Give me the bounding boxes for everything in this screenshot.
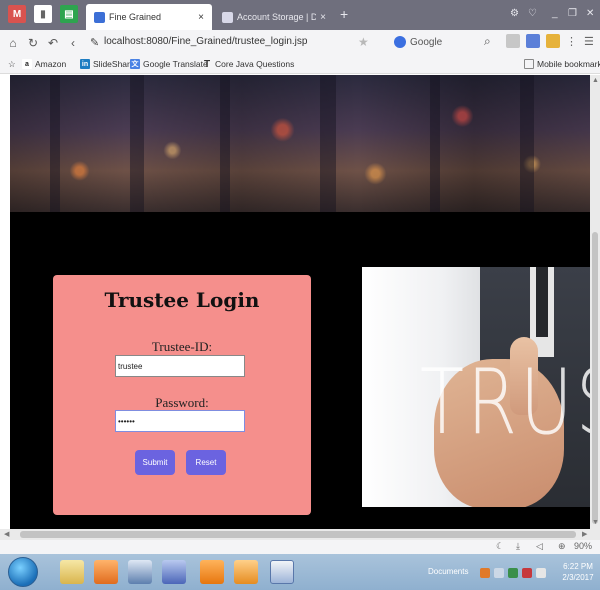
trust-handshake-image: TRUS [362, 267, 590, 507]
app-g-icon[interactable] [200, 560, 224, 584]
tab-title: Fine Grained [109, 12, 162, 22]
app-media-icon[interactable] [234, 560, 258, 584]
pinned-tab-doc[interactable]: ▮ [34, 5, 52, 23]
app-orange-icon[interactable] [94, 560, 118, 584]
clock-time: 6:22 PM [563, 562, 593, 571]
gmail-pinned-tab[interactable]: M [8, 5, 26, 23]
scroll-left-arrow-icon[interactable]: ◀ [4, 530, 9, 538]
file-explorer-icon[interactable] [60, 560, 84, 584]
sheets-pinned-tab[interactable]: ▤ [60, 5, 78, 23]
reload-icon[interactable]: ↻ [26, 36, 40, 50]
tray-volume-icon[interactable] [522, 568, 532, 578]
bookmarks-star-icon[interactable]: ☆ [8, 59, 16, 70]
extension-color-icon[interactable] [526, 34, 540, 48]
bookmark-core-java[interactable]: T Core Java Questions [202, 58, 294, 70]
tab-drivehq[interactable]: Account Storage | DriveHQ × [214, 4, 334, 30]
mobile-bookmarks[interactable]: Mobile bookmarks [524, 59, 600, 69]
drivehq-favicon-icon [222, 11, 233, 23]
password-label: Password: [155, 395, 209, 410]
minimize-icon[interactable]: _ [552, 8, 558, 19]
search-engine-name: Google [410, 36, 443, 48]
bookmark-google-translate[interactable]: 文 Google Translate [130, 59, 208, 69]
url-input[interactable]: localhost:8080/Fine_Grained/trustee_logi… [104, 36, 307, 47]
trust-overlay-text: TRUS [420, 349, 590, 454]
search-engine-icon [394, 36, 406, 48]
shield-icon[interactable]: ♡ [528, 8, 537, 19]
page-security-icon: ✎ [90, 37, 100, 49]
submit-button[interactable]: Submit [135, 450, 175, 475]
tray-flag-icon[interactable] [536, 568, 546, 578]
scroll-down-arrow-icon[interactable]: ▼ [592, 519, 599, 526]
taskbar-clock[interactable]: 6:22 PM 2/3/2017 [558, 561, 598, 583]
scroll-up-arrow-icon[interactable]: ▲ [592, 77, 599, 84]
login-title: Trustee Login [104, 288, 260, 312]
site-favicon-icon [94, 11, 105, 23]
trustee-id-input[interactable] [115, 355, 245, 377]
home-icon[interactable]: ⌂ [6, 36, 20, 50]
browser-status-bar [0, 540, 600, 554]
extension-yellow-icon[interactable] [546, 34, 560, 48]
word-icon[interactable] [270, 560, 294, 584]
search-engine-selector[interactable]: Google [394, 36, 442, 48]
tray-app-icon[interactable] [480, 568, 490, 578]
volume-icon[interactable]: ◁ [536, 541, 543, 552]
tray-network-icon[interactable] [494, 568, 504, 578]
bookmark-star-icon[interactable]: ★ [358, 35, 369, 49]
tab-fine-grained[interactable]: Fine Grained × [86, 4, 212, 30]
trustee-id-label: Trustee-ID: [151, 339, 213, 354]
text-t-icon: T [203, 58, 211, 70]
app-shield-icon[interactable] [128, 560, 152, 584]
password-input[interactable] [115, 410, 245, 432]
download-icon[interactable]: ⤓ [516, 541, 520, 552]
more-icon[interactable]: ⋮ [566, 35, 577, 48]
zoom-level[interactable]: 90% [574, 541, 592, 551]
folder-icon [524, 59, 534, 69]
menu-icon[interactable]: ☰ [584, 35, 594, 48]
back-arrow-icon[interactable]: ‹ [66, 36, 80, 50]
tray-shield-icon[interactable] [508, 568, 518, 578]
bookmark-slideshare[interactable]: in SlideShare [80, 59, 135, 69]
page-viewport: Trustee Login Trustee-ID: Password: Subm… [10, 75, 590, 529]
settings-icon[interactable]: ⚙ [510, 8, 519, 19]
zoom-icon[interactable]: ⊕ [558, 541, 566, 552]
slideshare-icon: in [80, 59, 90, 69]
new-tab-icon[interactable]: + [340, 6, 348, 22]
horizontal-scroll-thumb[interactable] [20, 531, 576, 538]
close-window-icon[interactable]: ✕ [586, 8, 594, 19]
vertical-scroll-thumb[interactable] [592, 232, 598, 524]
close-tab-icon[interactable]: × [320, 12, 326, 23]
app-tools-icon[interactable] [162, 560, 186, 584]
night-mode-icon[interactable]: ☾ [496, 541, 504, 552]
tab-title: Account Storage | DriveHQ [237, 12, 317, 22]
search-icon[interactable]: ⌕ [484, 34, 491, 49]
scroll-right-arrow-icon[interactable]: ▶ [582, 530, 587, 538]
hero-banner-image [10, 75, 590, 212]
extension-mail-icon[interactable] [506, 34, 520, 48]
bookmark-amazon[interactable]: a Amazon [22, 59, 66, 69]
maximize-icon[interactable]: ❐ [568, 8, 577, 19]
back-icon[interactable]: ↶ [46, 36, 60, 50]
amazon-icon: a [22, 59, 32, 69]
start-button[interactable] [8, 557, 38, 587]
translate-icon: 文 [130, 59, 140, 69]
reset-button[interactable]: Reset [186, 450, 226, 475]
trustee-login-panel: Trustee Login Trustee-ID: Password: Subm… [53, 275, 311, 515]
documents-toolbar[interactable]: Documents [428, 567, 468, 576]
clock-date: 2/3/2017 [562, 573, 594, 582]
close-tab-icon[interactable]: × [198, 12, 204, 23]
